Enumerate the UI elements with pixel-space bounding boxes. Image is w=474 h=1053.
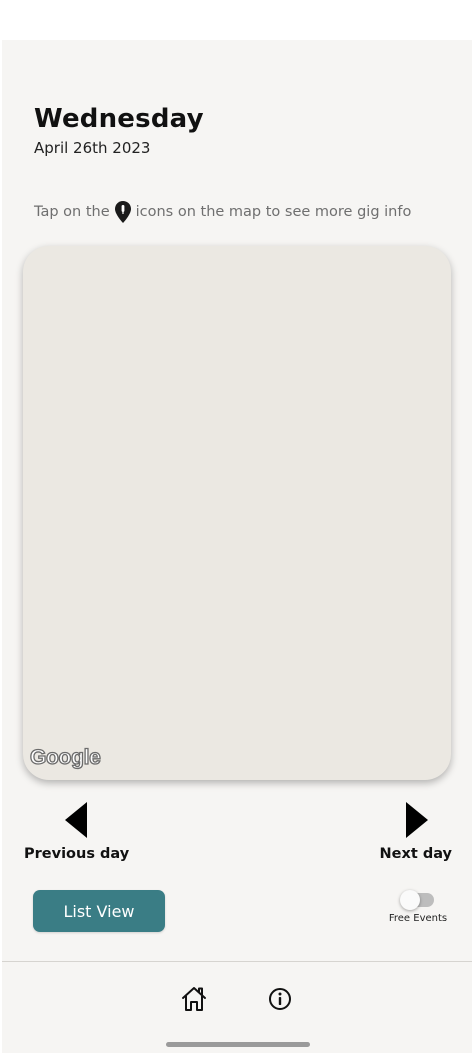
page-title: Wednesday — [34, 104, 204, 134]
bottom-nav — [2, 962, 472, 1053]
free-events-control: Free Events — [388, 890, 448, 924]
arrow-right-icon — [405, 802, 428, 838]
previous-day-button[interactable]: Previous day — [24, 800, 129, 862]
next-day-label: Next day — [379, 846, 452, 862]
hint-prefix: Tap on the — [34, 204, 110, 220]
previous-day-label: Previous day — [24, 846, 130, 862]
home-indicator — [166, 1042, 310, 1047]
hint-suffix: icons on the map to see more gig info — [135, 204, 412, 220]
free-events-toggle[interactable] — [400, 890, 436, 910]
google-logo: Google — [29, 745, 101, 769]
list-view-button[interactable]: List View — [33, 890, 165, 932]
page-date: April 26th 2023 — [34, 139, 151, 157]
map-view[interactable]: Google — [23, 246, 451, 780]
arrow-left-icon — [64, 802, 87, 838]
free-events-label: Free Events — [388, 913, 448, 924]
map-pin-icon — [114, 200, 132, 224]
map-hint: Tap on the icons on the map to see more … — [34, 200, 411, 224]
info-icon[interactable] — [266, 985, 294, 1013]
toggle-knob — [400, 890, 420, 910]
next-day-button[interactable]: Next day — [380, 800, 452, 862]
home-icon[interactable] — [180, 985, 208, 1013]
app-screen: Wednesday April 26th 2023 Tap on the ico… — [2, 40, 472, 1053]
